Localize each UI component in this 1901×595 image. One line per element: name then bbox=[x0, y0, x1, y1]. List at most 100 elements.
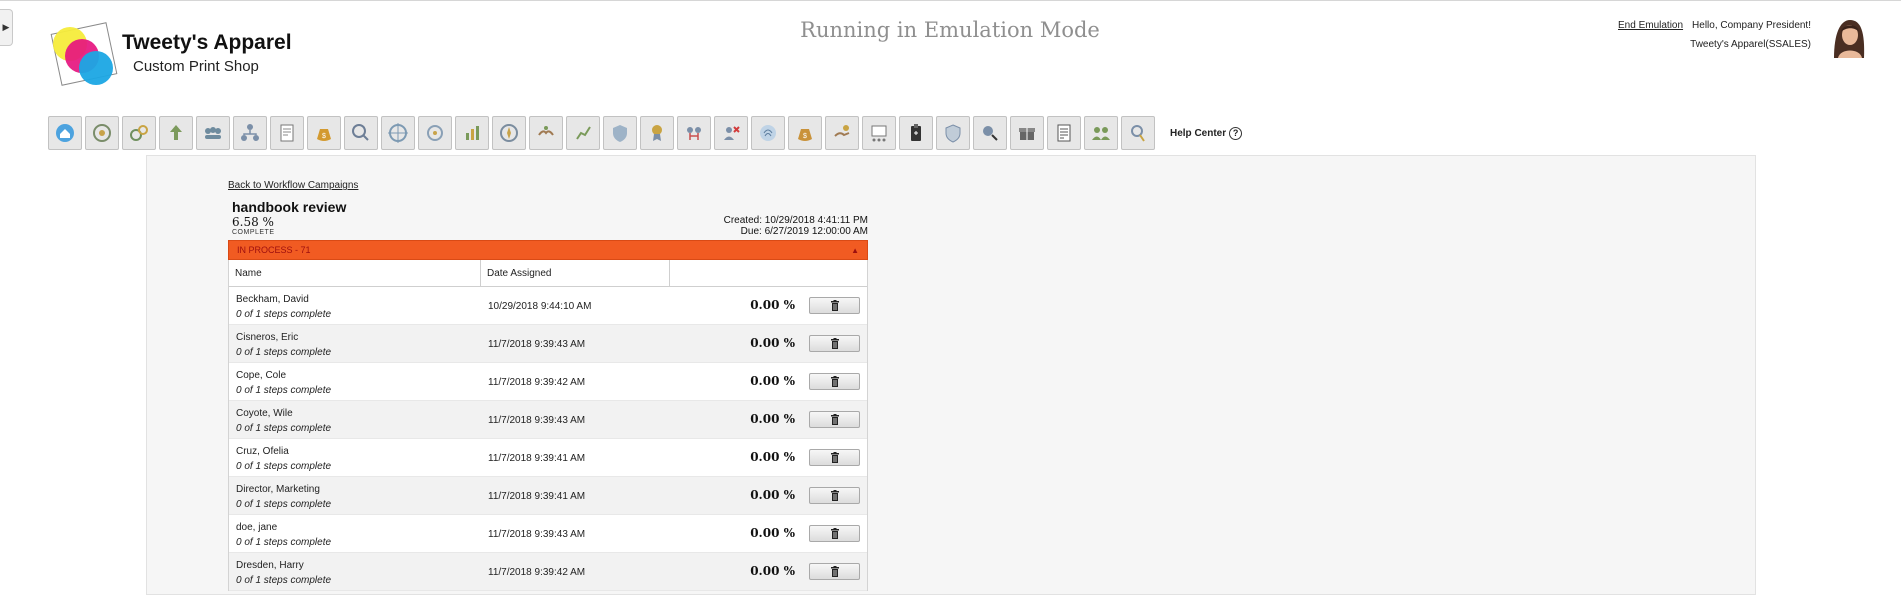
completion-percent: 0.00 % bbox=[750, 525, 795, 540]
toolbar-button-org-chart[interactable] bbox=[233, 116, 267, 150]
employee-name[interactable]: Coyote, Wile bbox=[236, 406, 481, 421]
toolbar-button-target[interactable] bbox=[85, 116, 119, 150]
team-icon bbox=[1092, 127, 1110, 140]
completion-percent: 0.00 % bbox=[750, 487, 795, 502]
toolbar-button-user-remove[interactable] bbox=[714, 116, 748, 150]
employee-name[interactable]: Beckham, David bbox=[236, 292, 481, 307]
user-remove-icon bbox=[724, 126, 740, 140]
toolbar-button-team[interactable] bbox=[1084, 116, 1118, 150]
home-icon bbox=[56, 124, 74, 142]
name-cell: Dresden, Harry 0 of 1 steps complete bbox=[229, 553, 481, 590]
toolbar-button-money-bag[interactable]: $ bbox=[307, 116, 341, 150]
table-row: Dresden, Harry 0 of 1 steps complete 11/7/… bbox=[229, 553, 867, 591]
completion-percent: 0.00 % bbox=[750, 563, 795, 578]
account-name: Tweety's Apparel(SSALES) bbox=[1690, 39, 1811, 50]
back-to-campaigns-link[interactable]: Back to Workflow Campaigns bbox=[228, 180, 358, 191]
campaign-title: handbook review bbox=[232, 199, 347, 215]
steps-progress: 0 of 1 steps complete bbox=[236, 537, 332, 548]
delete-button[interactable] bbox=[809, 563, 860, 580]
toolbar-button-magnify-user[interactable] bbox=[973, 116, 1007, 150]
toolbar-button-shield[interactable] bbox=[603, 116, 637, 150]
crosshair-icon bbox=[388, 123, 408, 143]
svg-text:$: $ bbox=[322, 133, 326, 140]
name-cell: Beckham, David 0 of 1 steps complete bbox=[229, 287, 481, 324]
user-avatar-icon bbox=[1834, 20, 1865, 58]
toolbar-button-crosshair-alt[interactable] bbox=[418, 116, 452, 150]
top-border bbox=[0, 0, 1901, 1]
table-row: Cisneros, Eric 0 of 1 steps complete 11/7/… bbox=[229, 325, 867, 363]
toolbar-button-people-link[interactable] bbox=[677, 116, 711, 150]
money-bag-alt-icon: $ bbox=[798, 129, 812, 141]
table-row: Cope, Cole 0 of 1 steps complete 11/7/2018… bbox=[229, 363, 867, 401]
trash-icon bbox=[830, 300, 839, 311]
name-cell: Cope, Cole 0 of 1 steps complete bbox=[229, 363, 481, 400]
toolbar-button-money-bag-alt[interactable]: $ bbox=[788, 116, 822, 150]
clipboard-icon bbox=[911, 124, 921, 141]
help-center-label: Help Center bbox=[1170, 127, 1227, 139]
trash-icon bbox=[830, 376, 839, 387]
in-process-section-header[interactable]: IN PROCESS - 71 ▲ bbox=[228, 240, 868, 260]
fingerprint-icon bbox=[760, 125, 776, 141]
toolbar-button-document-edit[interactable] bbox=[270, 116, 304, 150]
due-date: Due: 6/27/2019 12:00:00 AM bbox=[740, 226, 868, 237]
employee-name[interactable]: Cisneros, Eric bbox=[236, 330, 481, 345]
steps-progress: 0 of 1 steps complete bbox=[236, 575, 332, 586]
delete-button[interactable] bbox=[809, 487, 860, 504]
expand-panel-toggle[interactable]: ▶ bbox=[0, 9, 13, 46]
steps-progress: 0 of 1 steps complete bbox=[236, 499, 332, 510]
avatar[interactable] bbox=[1830, 16, 1868, 58]
delete-button[interactable] bbox=[809, 525, 860, 542]
toolbar-button-calendar-grid[interactable] bbox=[862, 116, 896, 150]
column-header-date-assigned[interactable]: Date Assigned bbox=[481, 260, 670, 286]
document-edit-icon bbox=[280, 124, 294, 142]
date-assigned: 11/7/2018 9:39:41 AM bbox=[488, 453, 586, 464]
toolbar-button-compass[interactable] bbox=[492, 116, 526, 150]
toolbar-button-hand-coins[interactable] bbox=[825, 116, 859, 150]
delete-button[interactable] bbox=[809, 373, 860, 390]
toolbar-button-group[interactable] bbox=[196, 116, 230, 150]
toolbar-button-badge[interactable] bbox=[936, 116, 970, 150]
shield-icon bbox=[613, 125, 627, 142]
steps-progress: 0 of 1 steps complete bbox=[236, 309, 332, 320]
employee-name[interactable]: Dresden, Harry bbox=[236, 558, 481, 573]
help-center-link[interactable]: Help Center? bbox=[1170, 126, 1243, 140]
toolbar-button-upload[interactable] bbox=[159, 116, 193, 150]
toolbar-button-award[interactable] bbox=[640, 116, 674, 150]
employee-name[interactable]: doe, jane bbox=[236, 520, 481, 535]
delete-button[interactable] bbox=[809, 449, 860, 466]
employee-name[interactable]: Director, Marketing bbox=[236, 482, 481, 497]
toolbar-button-home[interactable] bbox=[48, 116, 82, 150]
employee-name[interactable]: Cruz, Ofelia bbox=[236, 444, 481, 459]
delete-button[interactable] bbox=[809, 297, 860, 314]
upload-icon bbox=[170, 125, 182, 140]
date-assigned: 10/29/2018 9:44:10 AM bbox=[488, 301, 592, 312]
column-header-name[interactable]: Name bbox=[229, 260, 481, 286]
delete-button[interactable] bbox=[809, 411, 860, 428]
toolbar-button-certificate[interactable] bbox=[1121, 116, 1155, 150]
user-info: End Emulation Hello, Company President! … bbox=[1618, 20, 1811, 50]
toolbar-button-search-people[interactable] bbox=[344, 116, 378, 150]
toolbar-button-growth[interactable] bbox=[566, 116, 600, 150]
end-emulation-link[interactable]: End Emulation bbox=[1618, 20, 1683, 31]
toolbar-button-clipboard[interactable] bbox=[899, 116, 933, 150]
trash-icon bbox=[830, 414, 839, 425]
employee-name[interactable]: Cope, Cole bbox=[236, 368, 481, 383]
award-icon bbox=[652, 125, 662, 141]
toolbar-button-hand-chart[interactable] bbox=[455, 116, 489, 150]
toolbar-button-gift[interactable] bbox=[1010, 116, 1044, 150]
toolbar-button-crosshair[interactable] bbox=[381, 116, 415, 150]
date-assigned: 11/7/2018 9:39:43 AM bbox=[488, 415, 586, 426]
toolbar-button-gears[interactable] bbox=[122, 116, 156, 150]
search-people-icon bbox=[352, 124, 369, 141]
toolbar-button-handshake[interactable] bbox=[529, 116, 563, 150]
assignments-table: Name Date Assigned Beckham, David 0 of 1 … bbox=[228, 260, 868, 591]
completion-percent: 0.00 % bbox=[750, 335, 795, 350]
people-link-icon bbox=[687, 127, 701, 140]
campaign-dates: Created: 10/29/2018 4:41:11 PM Due: 6/27… bbox=[650, 215, 868, 237]
toolbar-button-fingerprint[interactable] bbox=[751, 116, 785, 150]
toolbar-button-form[interactable] bbox=[1047, 116, 1081, 150]
delete-button[interactable] bbox=[809, 335, 860, 352]
company-logo[interactable]: Tweety's Apparel Custom Print Shop bbox=[50, 18, 310, 98]
progress-cell: 0.00 % bbox=[670, 287, 867, 324]
date-assigned: 11/7/2018 9:39:41 AM bbox=[488, 491, 586, 502]
